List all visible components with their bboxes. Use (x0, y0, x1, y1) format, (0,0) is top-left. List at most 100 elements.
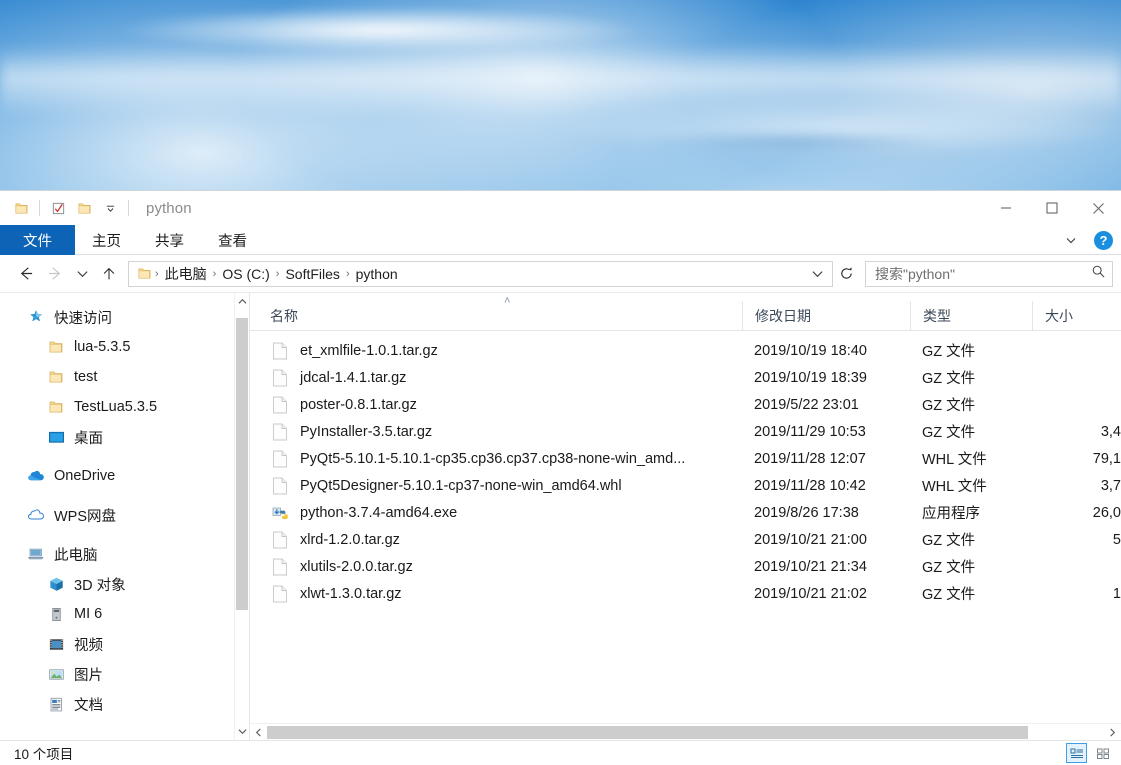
table-row[interactable]: PyQt5Designer-5.10.1-cp37-none-win_amd64… (250, 472, 1121, 499)
table-row[interactable]: et_xmlfile-1.0.1.tar.gz 2019/10/19 18:40… (250, 337, 1121, 364)
sidebar-item-label: 快速访问 (54, 307, 112, 328)
sidebar-item-desktop[interactable]: 桌面 (0, 422, 249, 452)
sidebar-item-lua[interactable]: lua-5.3.5 (0, 332, 249, 362)
up-button[interactable] (94, 259, 124, 289)
table-row[interactable]: jdcal-1.4.1.tar.gz 2019/10/19 18:39 GZ 文… (250, 364, 1121, 391)
column-header-type[interactable]: 类型 (910, 301, 1032, 330)
file-date-cell: 2019/8/26 17:38 (742, 505, 910, 521)
generic-file-icon (270, 368, 290, 388)
large-icons-view-button[interactable] (1092, 743, 1113, 763)
navigation-pane-scrollbar[interactable] (234, 293, 249, 740)
wps-cloud-icon (26, 506, 46, 524)
customize-qat-chevron-icon[interactable] (97, 196, 123, 220)
scrollbar-track[interactable] (267, 724, 1104, 741)
qat-separator (39, 200, 40, 216)
sidebar-item-testlua[interactable]: TestLua5.3.5 (0, 392, 249, 422)
table-row[interactable]: xlrd-1.2.0.tar.gz 2019/10/21 21:00 GZ 文件… (250, 526, 1121, 553)
search-placeholder: 搜索"python" (875, 264, 1091, 284)
nav-spacer (0, 491, 249, 500)
file-size-cell: 26,0 (1032, 505, 1121, 521)
scroll-left-arrow-icon[interactable] (250, 724, 267, 741)
new-folder-icon[interactable] (71, 196, 97, 220)
breadcrumb-item-this-pc[interactable]: 此电脑 (160, 264, 212, 284)
breadcrumb-folder-icon (135, 266, 154, 281)
sort-ascending-indicator: ˄ (504, 295, 510, 307)
scroll-down-arrow-icon[interactable] (235, 723, 250, 740)
file-name-label: PyQt5Designer-5.10.1-cp37-none-win_amd64… (300, 478, 622, 494)
column-header-name[interactable]: 名称 (250, 301, 742, 330)
sidebar-item-documents[interactable]: 文档 (0, 689, 249, 719)
breadcrumb-item-os-c[interactable]: OS (C:) (217, 266, 274, 282)
address-dropdown-chevron-icon[interactable] (806, 267, 828, 280)
table-row[interactable]: PyQt5-5.10.1-5.10.1-cp35.cp36.cp37.cp38-… (250, 445, 1121, 472)
tab-share[interactable]: 共享 (138, 225, 201, 255)
scrollbar-thumb[interactable] (267, 726, 1028, 739)
properties-check-icon[interactable] (45, 196, 71, 220)
column-header-size[interactable]: 大小 (1032, 301, 1121, 330)
scrollbar-thumb[interactable] (236, 318, 248, 610)
table-row[interactable]: python-3.7.4-amd64.exe 2019/8/26 17:38 应… (250, 499, 1121, 526)
close-button[interactable] (1075, 191, 1121, 225)
tab-view[interactable]: 查看 (201, 225, 264, 255)
address-bar-row: › 此电脑 › OS (C:) › SoftFiles › python 搜索"… (0, 255, 1121, 293)
sidebar-item-quick-access[interactable]: 快速访问 (0, 302, 249, 332)
folder-icon[interactable] (8, 196, 34, 220)
ribbon-tab-bar: 文件 主页 共享 查看 ? (0, 225, 1121, 255)
sidebar-item-test[interactable]: test (0, 362, 249, 392)
file-size-cell: 3,7 (1032, 478, 1121, 494)
sidebar-item-label: MI 6 (74, 606, 102, 622)
table-row[interactable]: xlwt-1.3.0.tar.gz 2019/10/21 21:02 GZ 文件… (250, 580, 1121, 607)
breadcrumb-item-python[interactable]: python (351, 266, 403, 282)
desktop-icon (46, 428, 66, 446)
horizontal-scrollbar[interactable] (250, 723, 1121, 740)
file-date-cell: 2019/11/29 10:53 (742, 424, 910, 440)
back-button[interactable] (10, 259, 40, 289)
scroll-up-arrow-icon[interactable] (235, 293, 250, 310)
file-name-label: poster-0.8.1.tar.gz (300, 397, 417, 413)
breadcrumb: › 此电脑 › OS (C:) › SoftFiles › python (135, 264, 806, 284)
address-bar[interactable]: › 此电脑 › OS (C:) › SoftFiles › python (128, 261, 833, 287)
minimize-button[interactable] (983, 191, 1029, 225)
file-name-cell: et_xmlfile-1.0.1.tar.gz (250, 341, 742, 361)
folder-icon (46, 368, 66, 386)
scroll-right-arrow-icon[interactable] (1104, 724, 1121, 741)
recent-locations-button[interactable] (70, 259, 94, 289)
sidebar-item-label: 3D 对象 (74, 574, 126, 595)
maximize-button[interactable] (1029, 191, 1075, 225)
file-name-cell: python-3.7.4-amd64.exe (250, 503, 742, 523)
expand-ribbon-chevron-icon[interactable] (1058, 227, 1084, 253)
file-date-cell: 2019/10/21 21:00 (742, 532, 910, 548)
column-header-date-modified[interactable]: 修改日期 (742, 301, 910, 330)
tab-home[interactable]: 主页 (75, 225, 138, 255)
sidebar-item-pictures[interactable]: 图片 (0, 659, 249, 689)
forward-button[interactable] (40, 259, 70, 289)
sidebar-item-3d-objects[interactable]: 3D 对象 (0, 569, 249, 599)
sidebar-item-label: 文档 (74, 694, 103, 715)
breadcrumb-item-softfiles[interactable]: SoftFiles (280, 266, 344, 282)
search-icon[interactable] (1091, 264, 1106, 284)
sidebar-item-label: 视频 (74, 634, 103, 655)
table-row[interactable]: PyInstaller-3.5.tar.gz 2019/11/29 10:53 … (250, 418, 1121, 445)
sidebar-item-label: test (74, 369, 97, 385)
sidebar-item-mi6[interactable]: MI 6 (0, 599, 249, 629)
table-row[interactable]: xlutils-2.0.0.tar.gz 2019/10/21 21:34 GZ… (250, 553, 1121, 580)
nav-spacer (0, 530, 249, 539)
star-pin-icon (26, 308, 46, 326)
sidebar-item-videos[interactable]: 视频 (0, 629, 249, 659)
scrollbar-track[interactable] (235, 310, 250, 723)
search-input[interactable]: 搜索"python" (865, 261, 1113, 287)
details-view-button[interactable] (1066, 743, 1087, 763)
file-date-cell: 2019/11/28 10:42 (742, 478, 910, 494)
sidebar-item-this-pc[interactable]: 此电脑 (0, 539, 249, 569)
refresh-button[interactable] (833, 261, 859, 287)
tab-file[interactable]: 文件 (0, 225, 75, 255)
file-name-cell: PyQt5-5.10.1-5.10.1-cp35.cp36.cp37.cp38-… (250, 449, 742, 469)
help-button[interactable]: ? (1094, 231, 1113, 250)
this-pc-icon (26, 545, 46, 563)
sidebar-item-wps-cloud[interactable]: WPS网盘 (0, 500, 249, 530)
sidebar-item-onedrive[interactable]: OneDrive (0, 461, 249, 491)
file-rows-container: et_xmlfile-1.0.1.tar.gz 2019/10/19 18:40… (250, 331, 1121, 723)
table-row[interactable]: poster-0.8.1.tar.gz 2019/5/22 23:01 GZ 文… (250, 391, 1121, 418)
view-mode-buttons (1066, 743, 1113, 763)
folder-icon (46, 338, 66, 356)
